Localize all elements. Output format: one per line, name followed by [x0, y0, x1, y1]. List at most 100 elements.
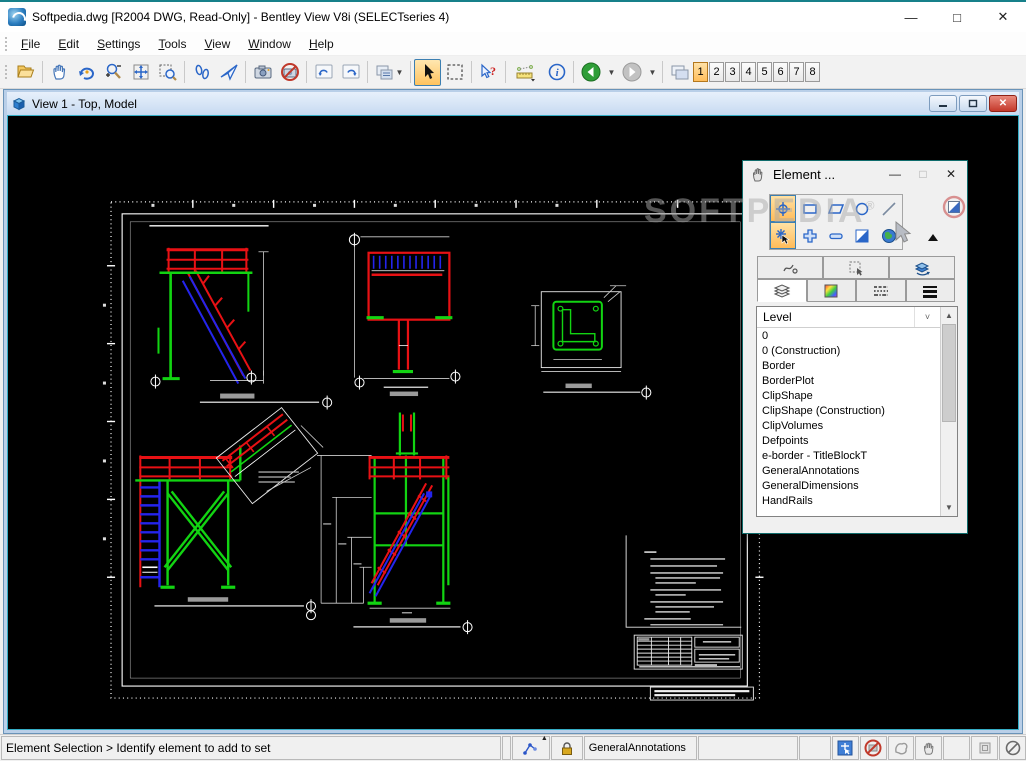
saved-views-button[interactable]: ▼ — [371, 59, 407, 86]
view-toggle-8[interactable]: 8 — [805, 62, 820, 82]
element-info-query-button[interactable]: ? — [475, 59, 502, 86]
menu-grip[interactable] — [3, 35, 9, 53]
scroll-down-icon[interactable]: ▼ — [941, 499, 957, 516]
fence-from-element-button[interactable] — [770, 195, 796, 222]
view-title-bar[interactable]: View 1 - Top, Model ✕ — [7, 92, 1019, 115]
clear-cursor-icon[interactable] — [889, 219, 917, 247]
level-row[interactable]: Defpoints — [757, 433, 940, 448]
view-close-button[interactable]: ✕ — [989, 95, 1017, 112]
menu-view[interactable]: View — [195, 34, 239, 54]
no-fence-button[interactable] — [860, 736, 887, 760]
workmode-button[interactable] — [971, 736, 998, 760]
tab-level[interactable] — [757, 279, 807, 302]
scrollbar-thumb[interactable] — [942, 324, 956, 422]
view-toggle-6[interactable]: 6 — [773, 62, 788, 82]
fly-button[interactable] — [215, 59, 242, 86]
fit-view-button[interactable] — [127, 59, 154, 86]
level-row[interactable]: BorderPlot — [757, 373, 940, 388]
dialog-minimize-button[interactable]: — — [883, 164, 907, 184]
capture-screen-button[interactable] — [249, 59, 276, 86]
status-grip[interactable] — [502, 736, 511, 760]
view-toggle-4[interactable]: 4 — [741, 62, 756, 82]
view-previous-button[interactable] — [577, 59, 604, 86]
dialog-close-button[interactable]: ✕ — [939, 164, 963, 184]
pan-button[interactable] — [46, 59, 73, 86]
level-row[interactable]: GeneralAnnotations — [757, 463, 940, 478]
view-next-button[interactable] — [618, 59, 645, 86]
element-selection-button[interactable] — [414, 59, 441, 86]
subtract-mode-button[interactable] — [823, 222, 849, 249]
menu-tools[interactable]: Tools — [149, 34, 195, 54]
level-row[interactable]: ClipShape (Construction) — [757, 403, 940, 418]
selection-set-button[interactable] — [832, 736, 859, 760]
view-restore-button[interactable] — [959, 95, 987, 112]
selection-box-button[interactable] — [441, 59, 468, 86]
saved-views-caret[interactable]: ▼ — [396, 68, 404, 77]
level-row[interactable]: 0 — [757, 328, 940, 343]
menu-edit[interactable]: Edit — [49, 34, 88, 54]
level-header-dropdown-icon[interactable]: ˅ — [914, 307, 940, 327]
invert-mode-button[interactable] — [849, 222, 875, 249]
level-row[interactable]: Border — [757, 358, 940, 373]
view-toggle-5[interactable]: 5 — [757, 62, 772, 82]
scroll-up-icon[interactable]: ▲ — [941, 307, 957, 324]
zoom-window-button[interactable] — [154, 59, 181, 86]
level-row[interactable]: ClipShape — [757, 388, 940, 403]
menu-window[interactable]: Window — [239, 34, 300, 54]
menu-settings[interactable]: Settings — [88, 34, 149, 54]
capture-off-button[interactable] — [276, 59, 303, 86]
fence-shape-button[interactable] — [888, 736, 915, 760]
level-row[interactable]: GeneralDimensions — [757, 478, 940, 493]
view-previous-caret[interactable]: ▼ — [604, 59, 618, 86]
level-column-header[interactable]: Level — [757, 310, 914, 324]
fence-shape-button2[interactable] — [823, 195, 849, 222]
lock-button[interactable] — [551, 736, 583, 760]
dialog-maximize-button[interactable]: □ — [911, 164, 935, 184]
add-mode-button[interactable] — [796, 222, 822, 249]
level-list-scrollbar[interactable]: ▲ ▼ — [940, 307, 957, 516]
redo-button[interactable] — [337, 59, 364, 86]
menu-file[interactable]: File — [12, 34, 49, 54]
tab-attributes[interactable] — [757, 256, 823, 279]
expand-triangle-button[interactable] — [927, 233, 939, 242]
view-toggle-2[interactable]: 2 — [709, 62, 724, 82]
view-group-button[interactable] — [666, 59, 693, 86]
level-row[interactable]: HandRails — [757, 493, 940, 508]
tab-color[interactable] — [807, 279, 857, 302]
view-toggle-7[interactable]: 7 — [789, 62, 804, 82]
walk-button[interactable] — [188, 59, 215, 86]
measure-button[interactable] — [509, 59, 543, 86]
view-next-caret[interactable]: ▼ — [645, 59, 659, 86]
tab-line-weight[interactable] — [906, 279, 956, 302]
rotate-view-button[interactable] — [73, 59, 100, 86]
level-row[interactable]: 0 (Construction) — [757, 343, 940, 358]
undo-button[interactable] — [310, 59, 337, 86]
maximize-button[interactable]: □ — [934, 2, 980, 32]
active-level-field[interactable]: GeneralAnnotations — [584, 736, 698, 760]
info-button[interactable]: i — [543, 59, 570, 86]
fence-block-button[interactable] — [796, 195, 822, 222]
dialog-title-bar[interactable]: Element ... — □ ✕ — [743, 161, 967, 187]
tab-line-style[interactable] — [856, 279, 906, 302]
menu-help[interactable]: Help — [300, 34, 343, 54]
toolbar-grip[interactable] — [3, 63, 9, 81]
fence-circle-button[interactable] — [849, 195, 875, 222]
do-not-disturb-button[interactable] — [999, 736, 1026, 760]
tab-layers-select[interactable] — [889, 256, 955, 279]
view-toggle-3[interactable]: 3 — [725, 62, 740, 82]
level-row[interactable]: e-border - TitleBlockT — [757, 448, 940, 463]
open-button[interactable] — [12, 59, 39, 86]
tab-dashed-select[interactable] — [823, 256, 889, 279]
view-toggle-1[interactable]: 1 — [693, 62, 708, 82]
minimize-button[interactable]: — — [888, 2, 934, 32]
selection-hand-button[interactable] — [915, 736, 942, 760]
level-list-header[interactable]: Level ˅ — [757, 307, 940, 328]
fence-line-button[interactable] — [876, 195, 902, 222]
level-row[interactable]: ClipVolumes — [757, 418, 940, 433]
zoom-in-out-button[interactable] — [100, 59, 127, 86]
view-minimize-button[interactable] — [929, 95, 957, 112]
pointer-select-button[interactable] — [770, 222, 796, 249]
close-button[interactable]: ✕ — [980, 2, 1026, 32]
overlap-mode-button[interactable] — [941, 194, 967, 220]
snap-mode-button[interactable]: ▲ — [512, 736, 550, 760]
